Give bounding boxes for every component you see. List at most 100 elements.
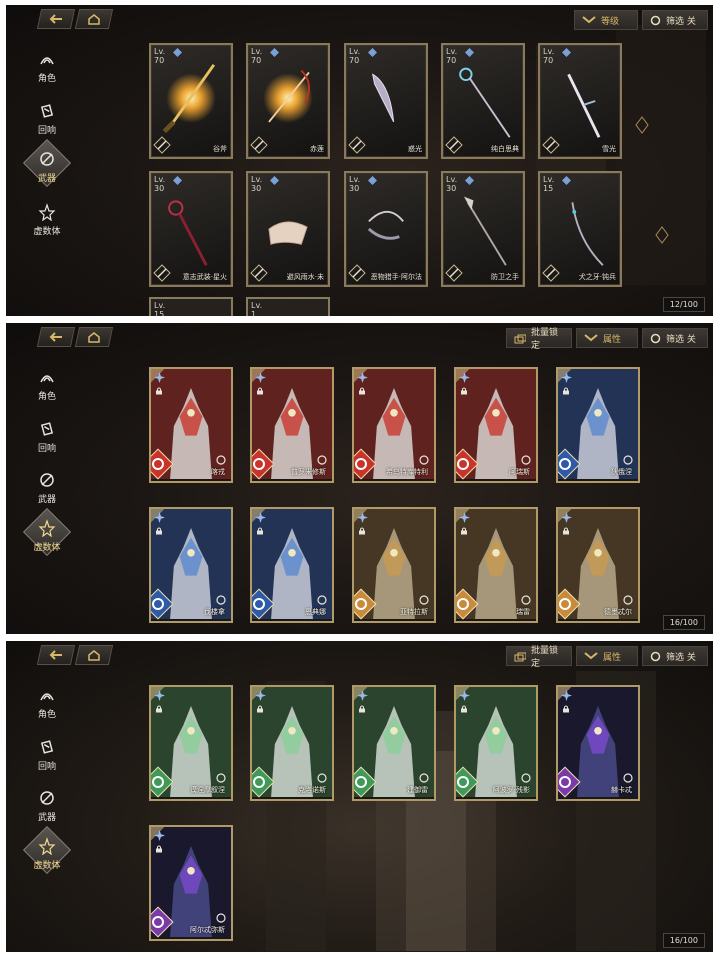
filter-circle-icon (650, 15, 661, 25)
character-icon (40, 375, 54, 383)
class-icon (216, 913, 226, 923)
sidebar-item-label: 武器 (37, 495, 56, 505)
mech-card[interactable]: 谟涅摩叙涅 (149, 685, 233, 801)
back-arrow-icon (49, 650, 62, 660)
echo-icon (40, 422, 54, 436)
level-text: Lv. 30 (154, 175, 166, 193)
sidebar-item-weapon[interactable]: 武器 (24, 789, 70, 823)
echo-icon (40, 104, 54, 118)
class-icon (317, 773, 327, 783)
mech-card[interactable]: 恩典娜 (250, 507, 334, 623)
mech-name: 德墨忒尔 (604, 608, 632, 616)
home-button[interactable] (74, 645, 114, 665)
sort-button[interactable]: 等级 (574, 10, 638, 30)
sidebar-item-character[interactable]: 角色 (24, 368, 70, 402)
class-icon (623, 595, 633, 605)
class-icon (216, 773, 226, 783)
mech-card[interactable]: 德墨忒尔 (556, 507, 640, 623)
home-button[interactable] (74, 327, 114, 347)
filter-button[interactable]: 筛选 关 (642, 10, 708, 30)
rarity-star-icon (154, 690, 165, 701)
rarity-star-icon (255, 512, 266, 523)
sidebar-item-echo[interactable]: 回响 (24, 420, 70, 454)
sidebar-item-weapon[interactable]: 武器 (24, 471, 70, 505)
weapon-card[interactable]: Lv. 70 赤莲 (246, 43, 330, 159)
sidebar-item-echo[interactable]: 回响 (24, 738, 70, 772)
mech-card[interactable]: 普罗米修斯 (250, 367, 334, 483)
rarity-star-icon (255, 372, 266, 383)
mech-name: 狄俄涅 (611, 468, 632, 476)
batch-lock-button[interactable]: 批量锁定 (506, 646, 572, 669)
weapon-name: 雪光 (602, 145, 616, 153)
weapon-card[interactable]: Lv. 70 纯白思典 (441, 43, 525, 159)
rarity-diamond-icon (465, 48, 474, 57)
rarity-diamond-icon (368, 176, 377, 185)
filter-button[interactable]: 筛选 关 (642, 646, 708, 666)
sidebar-item-mech[interactable]: 虚数体 (22, 825, 72, 875)
weapon-card-partial[interactable]: Lv. 15 (149, 297, 233, 316)
inventory-counter: 12/100 (662, 297, 705, 312)
weapon-type-icon (250, 264, 268, 282)
mech-name: 希乌特库特利 (386, 468, 428, 476)
sidebar-item-label: 虚数体 (33, 227, 61, 237)
sidebar-item-echo[interactable]: 回响 (24, 102, 70, 136)
weapon-icon (40, 152, 54, 166)
home-button[interactable] (74, 9, 114, 29)
weapon-card[interactable]: Lv. 70 雪光 (538, 43, 622, 159)
class-icon (419, 595, 429, 605)
mech-name: 阿尔忒弥斯 (190, 926, 225, 934)
lock-icon (359, 387, 365, 395)
rarity-diamond-icon (270, 176, 279, 185)
class-icon (623, 773, 633, 783)
sidebar-item-mech[interactable]: 虚数体 (22, 507, 72, 557)
mech-name: 喀戎 (211, 468, 225, 476)
level-text: Lv. 70 (543, 47, 555, 65)
lock-icon (156, 705, 162, 713)
filter-circle-icon (650, 651, 661, 661)
level-text: Lv. 70 (446, 47, 458, 65)
weapon-card-partial[interactable]: Lv. 1 (246, 297, 330, 316)
sort-chevron-icon (584, 334, 598, 342)
sidebar-item-character[interactable]: 角色 (24, 50, 70, 84)
sidebar-item-label: 武器 (37, 174, 56, 184)
sort-button[interactable]: 属性 (576, 328, 638, 348)
back-button[interactable] (36, 9, 76, 29)
mech-card[interactable]: 阿尔忒弥斯 (149, 825, 233, 941)
sidebar-item-weapon[interactable]: 武器 (22, 138, 72, 188)
mech-card[interactable]: 建御雷 (352, 685, 436, 801)
filter-button[interactable]: 筛选 关 (642, 328, 708, 348)
weapon-card[interactable]: Lv. 70 谷斧 (149, 43, 233, 159)
weapon-card[interactable]: Lv. 70 惑光 (344, 43, 428, 159)
mech-card[interactable]: 亚特拉斯 (352, 507, 436, 623)
mech-card[interactable]: 伐楼拿 (149, 507, 233, 623)
sort-button[interactable]: 属性 (576, 646, 638, 666)
weapon-type-icon (542, 264, 560, 282)
lock-icon (563, 387, 569, 395)
mech-card[interactable]: 希乌特库特利 (352, 367, 436, 483)
mech-card[interactable]: 瑞雷 (454, 507, 538, 623)
mech-card[interactable]: 赫卡忒 (556, 685, 640, 801)
weapon-card[interactable]: Lv. 30 避风雨水·未 (246, 171, 330, 287)
filter-label: 筛选 关 (666, 652, 696, 663)
back-button[interactable] (36, 645, 76, 665)
sort-label: 等级 (601, 16, 620, 27)
mech-card[interactable]: 阿瑞斯 (454, 367, 538, 483)
weapon-card[interactable]: Lv. 30 意志武装·星火 (149, 171, 233, 287)
mech-card[interactable]: 狄俄涅 (556, 367, 640, 483)
mech-name: 建御雷 (407, 786, 428, 794)
mech-card[interactable]: 克洛诺斯 (250, 685, 334, 801)
weapon-type-icon (348, 264, 366, 282)
batch-lock-button[interactable]: 批量锁定 (506, 328, 572, 351)
mech-card[interactable]: 阿波罗·残影 (454, 685, 538, 801)
weapon-card[interactable]: Lv. 30 防卫之手 (441, 171, 525, 287)
mech-card[interactable]: 喀戎 (149, 367, 233, 483)
weapon-card[interactable]: Lv. 15 犬之牙·钝兵 (538, 171, 622, 287)
character-icon (40, 57, 54, 65)
back-button[interactable] (36, 327, 76, 347)
lock-icon (156, 527, 162, 535)
sidebar-item-mech[interactable]: 虚数体 (24, 203, 70, 237)
lock-icon (461, 527, 467, 535)
sidebar-item-character[interactable]: 角色 (24, 686, 70, 720)
sidebar-item-label: 角色 (37, 74, 56, 84)
weapon-card[interactable]: Lv. 30 恶物猎手·阿尔法 (344, 171, 428, 287)
